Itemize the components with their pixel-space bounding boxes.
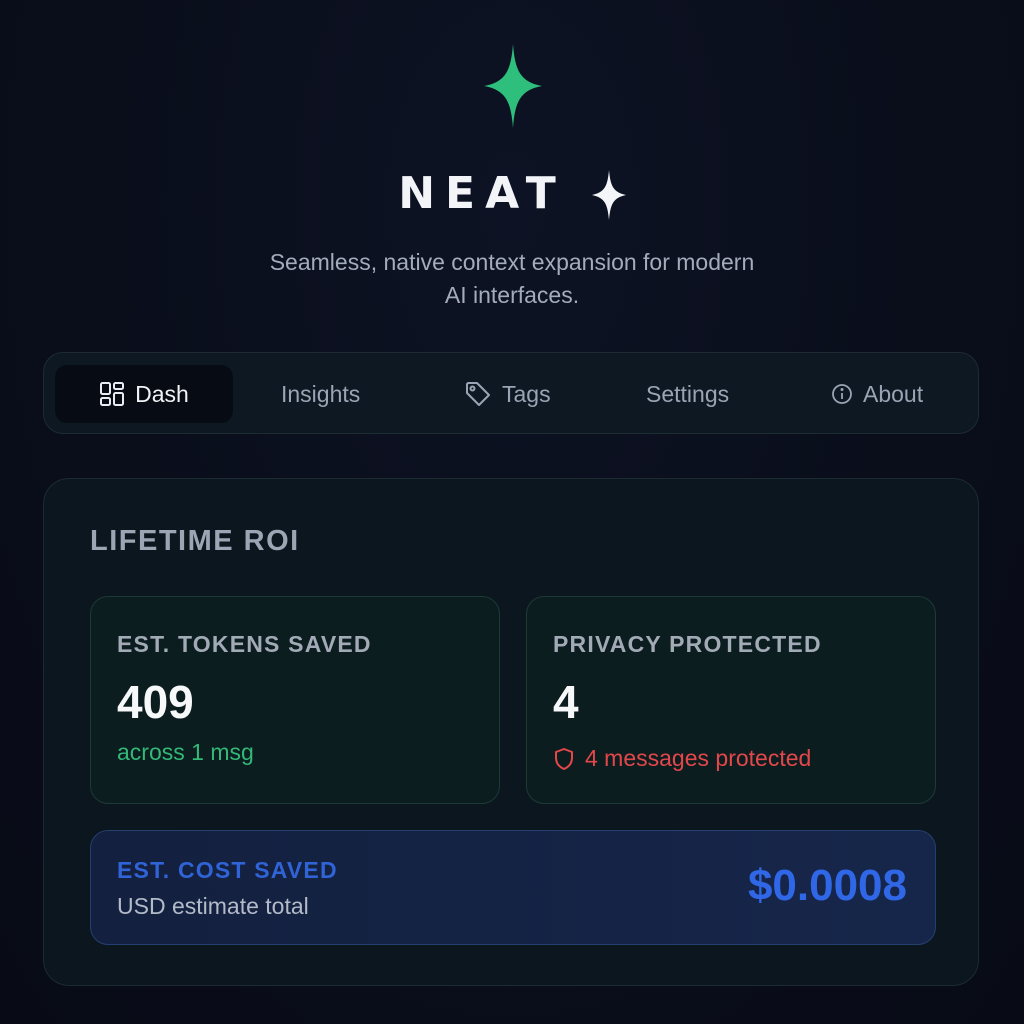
brand-name: NEAT [398, 168, 566, 219]
cost-saved-sub: USD estimate total [117, 893, 309, 919]
tab-tags-label: Tags [502, 380, 551, 407]
tab-settings[interactable]: Settings [646, 365, 729, 423]
cost-saved-label: EST. COST SAVED [117, 857, 338, 883]
privacy-protected-sub: 4 messages protected [553, 745, 811, 772]
privacy-protected-label: PRIVACY PROTECTED [553, 631, 822, 657]
cost-saved-value: $0.0008 [747, 861, 907, 910]
sparkle-icon [591, 170, 626, 220]
tab-settings-label: Settings [646, 380, 730, 407]
privacy-protected-sub-text: 4 messages protected [585, 745, 812, 771]
cost-saved-card: EST. COST SAVED USD estimate total $0.00… [90, 830, 936, 945]
tokens-saved-card: EST. TOKENS SAVED 409 across 1 msg [90, 596, 500, 804]
tagline-line-1: Seamless, native context expansion for m… [269, 249, 755, 275]
dashboard-grid-icon [100, 382, 125, 406]
privacy-protected-card: PRIVACY PROTECTED 4 4 messages protected [526, 596, 936, 804]
tag-icon [466, 382, 490, 406]
tab-about-label: About [863, 380, 924, 407]
tagline-line-2: AI interfaces. [444, 282, 580, 308]
tab-dash[interactable]: Dash [55, 365, 233, 423]
info-icon [832, 384, 852, 404]
tokens-saved-sub: across 1 msg [117, 739, 254, 766]
tab-insights[interactable]: Insights [281, 365, 360, 423]
tab-about[interactable]: About [831, 365, 923, 423]
tokens-saved-value: 409 [117, 676, 194, 728]
brand-header: NEAT [0, 168, 1024, 220]
tab-tags[interactable]: Tags [464, 365, 551, 423]
panel-title: LIFETIME ROI [90, 525, 300, 557]
shield-icon [555, 747, 573, 770]
lifetime-roi-panel: LIFETIME ROI EST. TOKENS SAVED 409 acros… [43, 478, 979, 986]
four-point-star-icon [484, 44, 542, 128]
nav-tabs: Dash Insights Tags Settings About [43, 352, 979, 434]
tokens-saved-label: EST. TOKENS SAVED [117, 631, 372, 657]
tab-insights-label: Insights [281, 380, 361, 407]
privacy-protected-value: 4 [553, 676, 579, 728]
tab-dash-label: Dash [135, 380, 189, 407]
tokens-saved-sub-text: across 1 msg [117, 739, 254, 765]
tagline: Seamless, native context expansion for m… [0, 246, 1024, 312]
